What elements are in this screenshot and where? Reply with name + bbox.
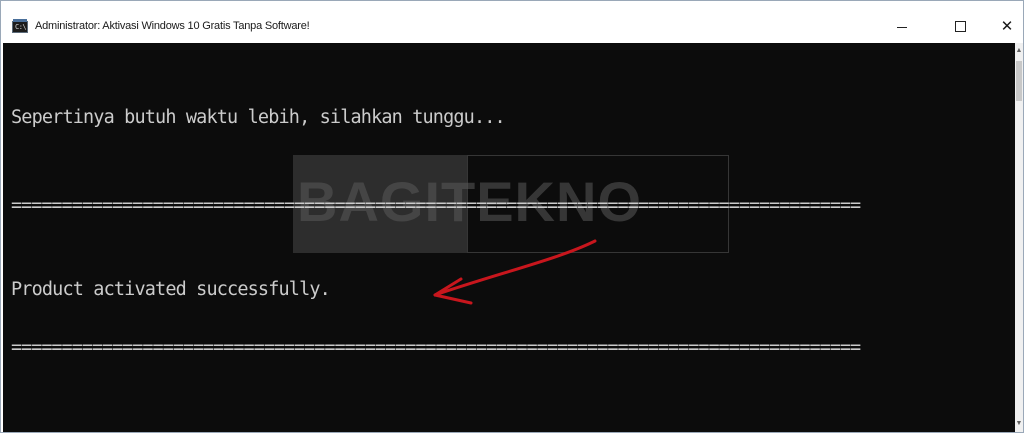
- icon-titlebar-strip: [13, 19, 27, 22]
- console-output[interactable]: BAGITEKNO Sepertinya butuh waktu lebih, …: [3, 43, 1015, 432]
- close-icon: ✕: [1000, 17, 1014, 35]
- red-arrow-icon: [433, 239, 597, 305]
- scroll-down-icon[interactable]: ▼: [1015, 420, 1023, 428]
- scroll-up-icon[interactable]: ▲: [1015, 47, 1023, 55]
- console-line-success: Product activated successfully.: [11, 279, 331, 300]
- maximize-icon: [954, 20, 966, 32]
- scrollbar-thumb[interactable]: [1016, 61, 1022, 101]
- icon-glyph: C:\: [15, 23, 27, 31]
- arrow-shaft: [433, 239, 597, 297]
- maximize-button[interactable]: [937, 9, 983, 43]
- window-title: Administrator: Aktivasi Windows 10 Grati…: [35, 20, 310, 32]
- console-line-waiting: Sepertinya butuh waktu lebih, silahkan t…: [11, 107, 506, 128]
- console-icon[interactable]: C:\: [12, 19, 28, 33]
- arrow-head: [433, 277, 473, 305]
- minimize-button[interactable]: [879, 9, 925, 43]
- minimize-icon: [897, 26, 907, 28]
- console-window: C:\ Administrator: Aktivasi Windows 10 G…: [0, 0, 1024, 433]
- title-bar[interactable]: C:\ Administrator: Aktivasi Windows 10 G…: [1, 1, 1023, 43]
- console-separator-top: ========================================…: [11, 195, 861, 216]
- console-separator-bottom: ========================================…: [11, 337, 861, 358]
- close-button[interactable]: ✕: [984, 9, 1024, 43]
- vertical-scrollbar[interactable]: ▲ ▼: [1015, 43, 1023, 432]
